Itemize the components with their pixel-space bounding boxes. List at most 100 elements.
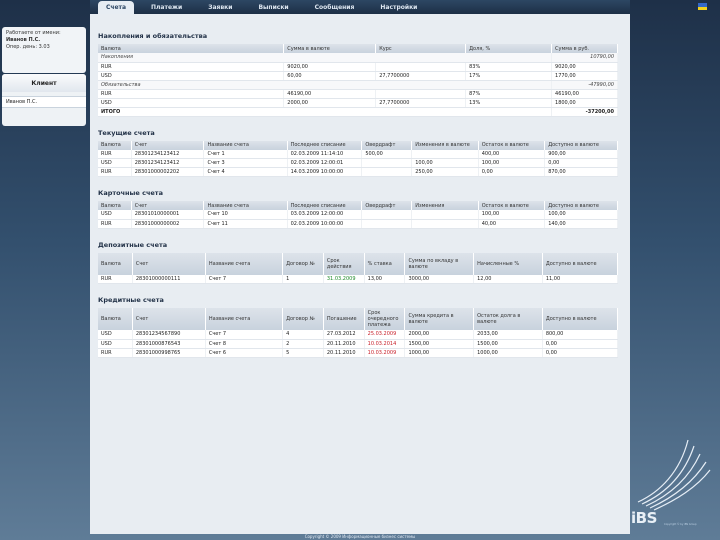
column-header[interactable]: Название счета [205, 308, 284, 330]
client-list-item[interactable]: Иванов П.С. [2, 96, 86, 108]
column-header[interactable]: Валюта [98, 252, 133, 275]
cell-overdraft [361, 210, 413, 220]
cell-account[interactable]: 28301010000001 [131, 210, 205, 220]
cell-contract: 4 [282, 330, 324, 340]
table-row[interactable]: USD 28301000876543 Счет 8 2 20.11.2010 1… [98, 339, 619, 349]
table-row[interactable]: RUR 46190,00 87% 46190,00 [98, 89, 618, 99]
cell-repayment: 20.11.2010 [323, 339, 365, 349]
group-total: 10790,00 [551, 53, 618, 63]
cell-currency: USD [98, 210, 132, 220]
column-header[interactable]: Валюта [98, 140, 132, 150]
column-header[interactable]: Изменения в валюте [411, 140, 479, 150]
column-header[interactable]: Остаток долга в валюте [473, 308, 543, 330]
cell-account[interactable]: 28301000998765 [132, 348, 206, 358]
cell-account[interactable]: 28301000000002 [131, 219, 205, 229]
column-header[interactable]: Начисленные % [473, 252, 543, 275]
column-header[interactable]: Валюта [98, 201, 132, 210]
column-header[interactable]: Сумма по вкладу в валюте [404, 252, 475, 275]
column-header[interactable]: Счет [132, 252, 206, 275]
cell-available: 11,00 [542, 274, 619, 284]
column-header[interactable]: Последнее списание [287, 201, 363, 210]
column-header[interactable]: Название счета [205, 252, 284, 275]
table-row[interactable]: RUR 28301000002202 Счет 4 14.03.2009 10:… [98, 167, 618, 177]
column-header[interactable]: Погашение [323, 308, 365, 330]
column-header[interactable]: Срок действия [323, 252, 365, 275]
cell-debt-balance: 1000,00 [473, 348, 543, 358]
cell-available: 0,00 [542, 339, 619, 349]
user-name: Иванов П.С. [6, 37, 41, 43]
column-header[interactable]: % ставка [364, 252, 406, 275]
column-header[interactable]: Доступно в валюте [542, 308, 619, 330]
cell-available: 0,00 [542, 348, 619, 358]
tab-messages[interactable]: Сообщения [306, 1, 364, 14]
cell-account[interactable]: 28301234123412 [131, 149, 205, 159]
tab-statements[interactable]: Выписки [249, 1, 297, 14]
table-row[interactable]: USD 28301234123412 Счет 3 02.03.2009 12:… [98, 158, 618, 168]
column-header[interactable]: Счет [131, 140, 205, 150]
cell-repayment: 27.03.2012 [323, 330, 365, 340]
column-header[interactable]: Название счета [203, 201, 288, 210]
table-row[interactable]: RUR 28301234123412 Счет 1 02.03.2009 11:… [98, 149, 618, 159]
table-row[interactable]: USD 28301010000001 Счет 10 03.03.2009 12… [98, 210, 618, 220]
cell-contract: 5 [282, 348, 324, 358]
cell-credit-amount: 1500,00 [404, 339, 475, 349]
column-header[interactable]: Договор № [282, 252, 324, 275]
section-title-cards: Карточные счета [98, 189, 163, 197]
table-row[interactable]: USD 2000,00 27,7700000 13% 1800,00 [98, 98, 618, 108]
table-row[interactable]: USD 60,00 27,7700000 17% 1770,00 [98, 71, 618, 81]
cell-balance: 100,00 [478, 210, 546, 220]
cell-account[interactable]: 28301234567890 [132, 330, 206, 340]
table-row[interactable]: USD 28301234567890 Счет 7 4 27.03.2012 2… [98, 330, 619, 340]
table-row[interactable]: RUR 28301000000111 Счет 7 1 31.03.2009 1… [98, 274, 619, 284]
cell-changes [411, 149, 479, 159]
column-header[interactable]: Счет [131, 201, 205, 210]
column-header[interactable]: Валюта [98, 44, 285, 53]
cell-amount: 2000,00 [283, 98, 377, 108]
column-header[interactable]: Овердрафт [361, 201, 413, 210]
column-header[interactable]: Валюта [98, 308, 133, 330]
cell-currency: RUR [98, 219, 132, 229]
cell-account[interactable]: 28301000000111 [132, 274, 206, 284]
column-header[interactable]: Сумма в валюте [283, 44, 377, 53]
cell-account[interactable]: 28301000002202 [131, 167, 205, 177]
column-header[interactable]: Сумма кредита в валюте [404, 308, 475, 330]
column-header[interactable]: Название счета [203, 140, 288, 150]
column-header[interactable]: Последнее списание [287, 140, 363, 150]
column-header[interactable]: Договор № [282, 308, 324, 330]
cell-share: 17% [465, 71, 553, 81]
cell-debt-balance: 2033,00 [473, 330, 543, 340]
cell-rate: 27,7700000 [375, 71, 467, 81]
table-row[interactable]: RUR 9020,00 83% 9020,00 [98, 62, 618, 72]
column-header[interactable]: Овердрафт [361, 140, 413, 150]
tab-settings[interactable]: Настройки [371, 1, 426, 14]
cell-overdraft [361, 167, 413, 177]
language-flag-icon[interactable] [698, 3, 707, 10]
column-header[interactable]: Остаток в валюте [478, 201, 546, 210]
section-title-credits: Кредитные счета [98, 296, 164, 304]
column-header[interactable]: Сумма в руб. [551, 44, 618, 53]
cell-available: 870,00 [544, 167, 618, 177]
cell-contract: 2 [282, 339, 324, 349]
column-header[interactable]: Счет [132, 308, 206, 330]
section-title-deposits: Депозитные счета [98, 240, 168, 249]
column-header[interactable]: Доля, % [465, 44, 553, 53]
column-header[interactable]: Изменения [411, 201, 479, 210]
table-row[interactable]: RUR 28301000998765 Счет 6 5 20.11.2010 1… [98, 348, 619, 358]
table-row[interactable]: RUR 28301000000002 Счет 11 02.03.2009 10… [98, 219, 618, 229]
cell-available: 800,00 [542, 330, 619, 340]
column-header[interactable]: Доступно в валюте [542, 252, 619, 275]
column-header[interactable]: Доступно в валюте [544, 201, 618, 210]
column-header[interactable]: Срок очередного платежа [364, 308, 406, 330]
column-header[interactable]: Доступно в валюте [544, 140, 618, 150]
column-header[interactable]: Курс [375, 44, 467, 53]
footer-copyright: Copyright © 2009 Информационные бизнес с… [304, 534, 416, 539]
column-header[interactable]: Остаток в валюте [478, 140, 546, 150]
section-title-savings: Накопления и обязательства [98, 32, 208, 40]
cell-account[interactable]: 28301234123412 [131, 158, 205, 168]
cell-account-name: Счет 7 [205, 330, 284, 340]
tab-requests[interactable]: Заявки [199, 1, 241, 14]
cell-next-payment: 10.03.2009 [364, 348, 406, 358]
tab-payments[interactable]: Платежи [142, 1, 191, 14]
tab-accounts[interactable]: Счета [98, 1, 134, 14]
cell-account[interactable]: 28301000876543 [132, 339, 206, 349]
